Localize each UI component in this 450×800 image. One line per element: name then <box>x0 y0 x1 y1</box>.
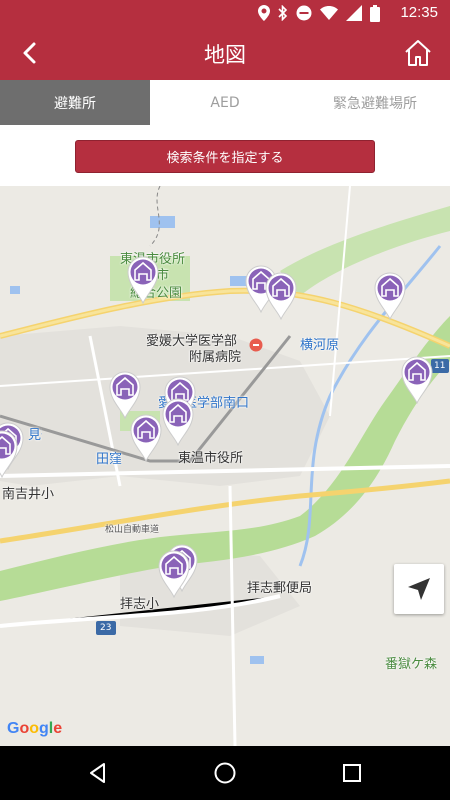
map-label-city-office: 東温市役所 <box>178 451 244 466</box>
tab-shelter[interactable]: 避難所 <box>0 80 150 125</box>
tab-emergency-evacuation-site[interactable]: 緊急避難場所 <box>300 80 450 125</box>
app-bar: 地図 <box>0 26 450 80</box>
shelter-pin[interactable] <box>130 414 162 462</box>
google-logo: Google <box>7 720 63 737</box>
nav-home-icon[interactable] <box>213 761 237 785</box>
shelter-pin[interactable] <box>374 272 406 320</box>
home-icon[interactable] <box>404 39 432 67</box>
search-conditions-button[interactable]: 検索条件を指定する <box>75 140 375 173</box>
hospital-icon <box>249 338 263 352</box>
shelter-pin[interactable] <box>158 550 190 598</box>
status-time: 12:35 <box>400 4 438 21</box>
tab-aed[interactable]: AED <box>150 80 300 125</box>
map-label-mountain: 番獄ケ森 <box>385 657 438 672</box>
shelter-pin[interactable] <box>401 356 433 404</box>
map-label-hospital-2: 附属病院 <box>189 350 242 365</box>
system-nav-bar <box>0 746 450 800</box>
signal-icon <box>346 5 362 21</box>
map-label-post-office: 拝志郵便局 <box>247 581 313 596</box>
my-location-button[interactable] <box>394 564 444 614</box>
shelter-pin[interactable] <box>265 272 297 320</box>
map-label-school-haishi: 拝志小 <box>120 597 160 612</box>
location-icon <box>258 5 270 21</box>
route-11-label: 11 <box>434 361 446 371</box>
do-not-disturb-icon <box>296 5 312 21</box>
shelter-pin[interactable] <box>127 256 159 304</box>
nav-recents-icon[interactable] <box>340 761 364 785</box>
bluetooth-icon <box>278 5 288 21</box>
map-label-station-minara: 見奈良 <box>28 428 42 443</box>
shelter-pin[interactable] <box>109 371 141 419</box>
filter-bar: 検索条件を指定する <box>0 125 450 186</box>
status-icons <box>258 4 380 22</box>
map-base <box>0 186 450 746</box>
map-view[interactable]: 23 11 東温市役所 東温市 総合公園 愛媛大学医学部 附属病院 横河原 愛大… <box>0 186 450 746</box>
map-label-station-tasubo: 田窪 <box>96 452 123 467</box>
status-bar: 12:35 <box>0 0 450 26</box>
wifi-icon <box>320 6 338 20</box>
battery-icon <box>370 4 380 22</box>
map-label-expressway: 松山自動車道 <box>105 525 160 535</box>
route-23-label: 23 <box>100 623 112 633</box>
shelter-pin[interactable] <box>162 398 194 446</box>
navigation-arrow-icon <box>408 578 430 600</box>
category-tabs: 避難所 AED 緊急避難場所 <box>0 80 450 125</box>
map-label-station-yokogawara: 横河原 <box>300 338 340 353</box>
nav-back-icon[interactable] <box>86 761 110 785</box>
shelter-pin[interactable] <box>0 430 18 478</box>
map-label-school-minamiyoshii: 南吉井小 <box>2 487 55 502</box>
page-title: 地図 <box>204 43 246 67</box>
